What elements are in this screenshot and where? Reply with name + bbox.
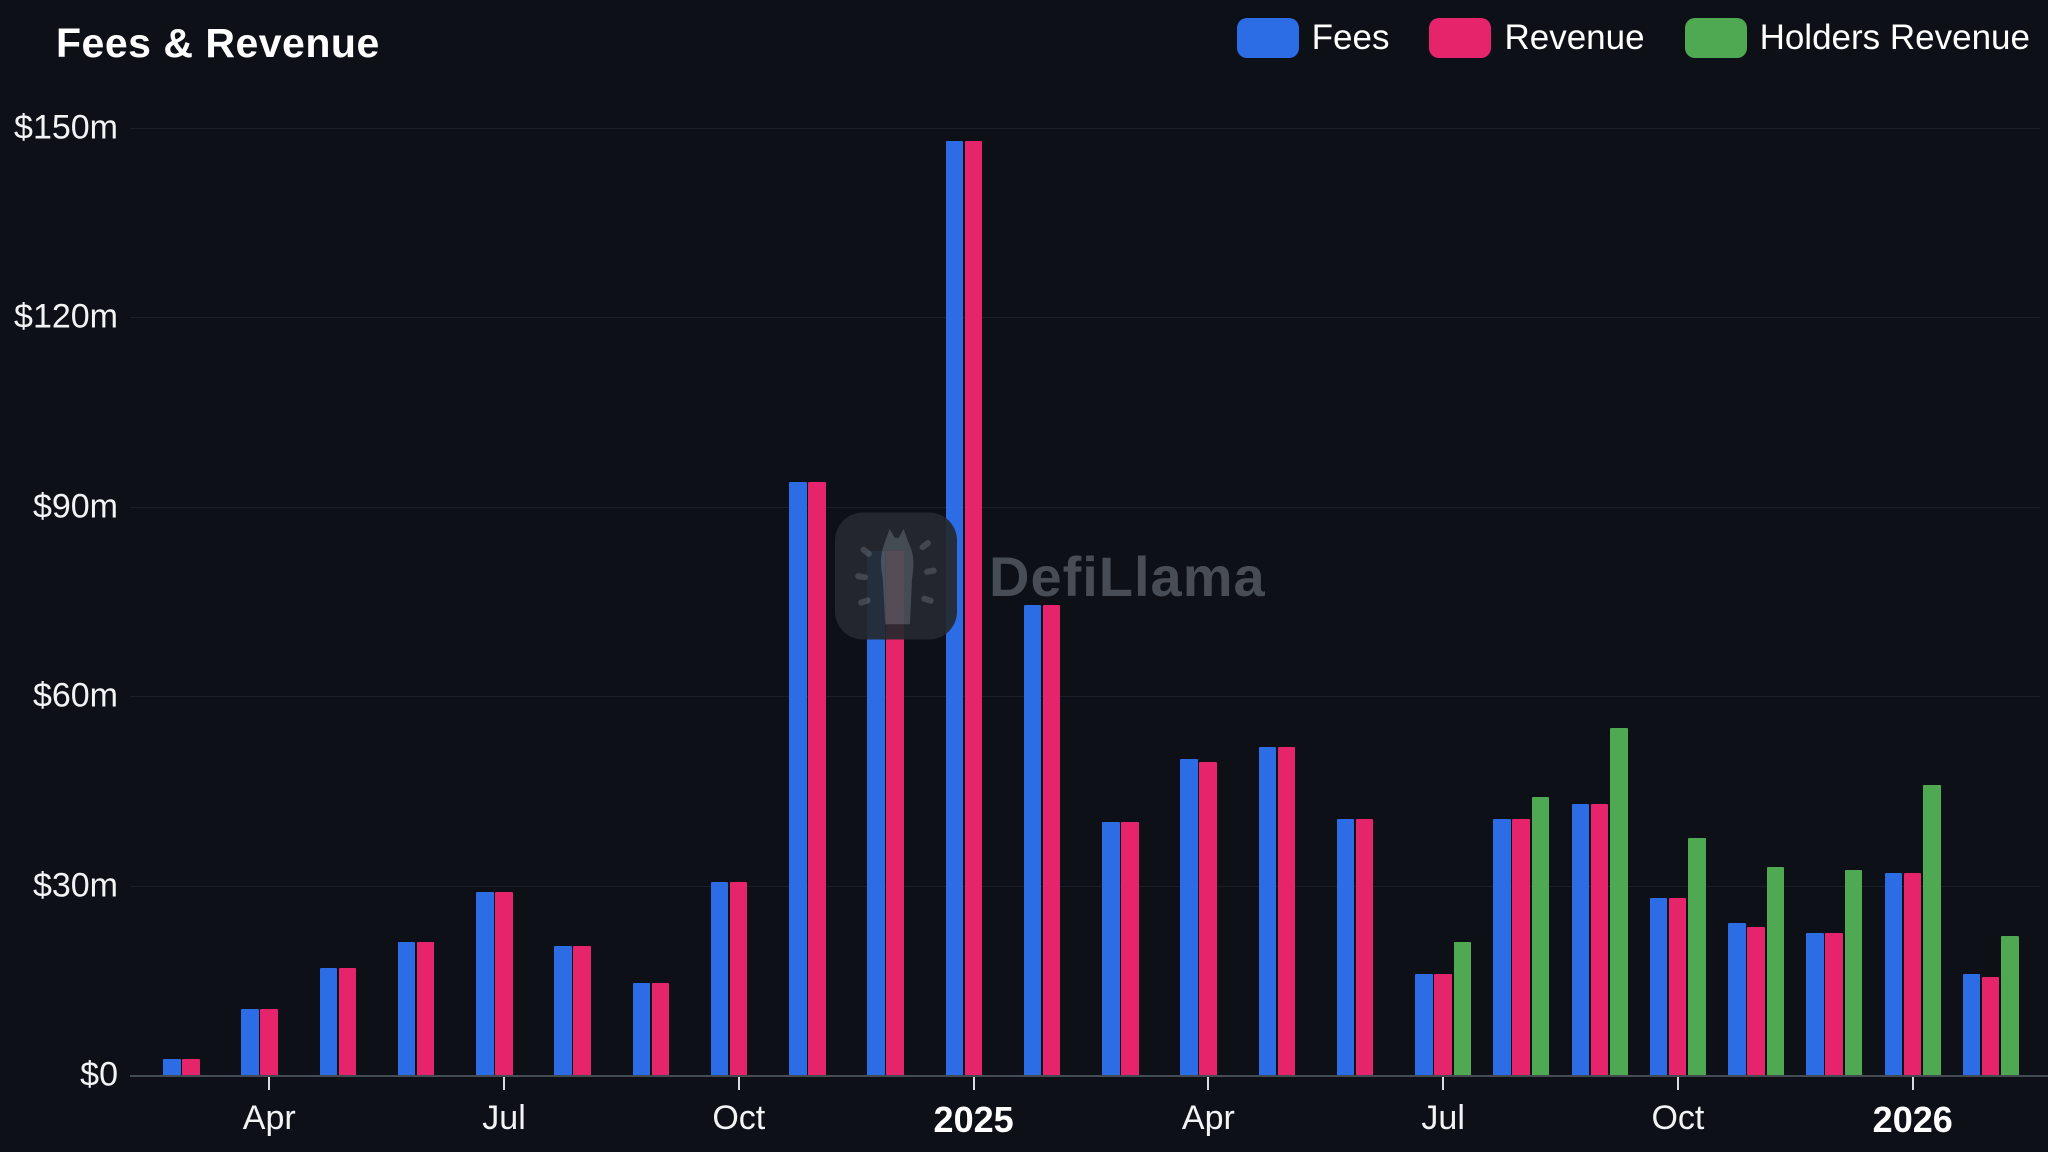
revenue-bar[interactable] — [1591, 804, 1609, 1075]
revenue-bar[interactable] — [182, 1059, 200, 1075]
revenue-bar[interactable] — [1747, 927, 1765, 1075]
fees-bar[interactable] — [476, 892, 494, 1075]
legend-item-holders-revenue[interactable]: Holders Revenue — [1685, 18, 2030, 58]
y-axis-label: $150m — [0, 109, 118, 148]
legend-label: Revenue — [1504, 18, 1644, 58]
legend-swatch — [1685, 18, 1747, 58]
legend-swatch — [1237, 18, 1299, 58]
fees-bar[interactable] — [241, 1009, 259, 1075]
legend-item-revenue[interactable]: Revenue — [1429, 18, 1644, 58]
x-axis-tick — [738, 1077, 740, 1090]
fees-bar[interactable] — [1806, 933, 1824, 1075]
gridline — [130, 128, 2040, 129]
revenue-bar[interactable] — [652, 983, 670, 1075]
revenue-bar[interactable] — [965, 141, 983, 1075]
fees-bar[interactable] — [1493, 819, 1511, 1075]
revenue-bar[interactable] — [1199, 762, 1217, 1075]
holders-bar[interactable] — [1767, 867, 1785, 1075]
fees-bar[interactable] — [711, 882, 729, 1075]
holders-bar[interactable] — [1688, 838, 1706, 1075]
revenue-bar[interactable] — [1825, 933, 1843, 1075]
holders-bar[interactable] — [1532, 797, 1550, 1075]
fees-bar[interactable] — [1963, 974, 1981, 1075]
fees-bar[interactable] — [1728, 923, 1746, 1075]
revenue-bar[interactable] — [1121, 822, 1139, 1075]
holders-bar[interactable] — [2001, 936, 2019, 1075]
fees-bar[interactable] — [398, 942, 416, 1075]
x-axis-tick — [1912, 1077, 1914, 1090]
x-axis-label: Oct — [1651, 1099, 1704, 1138]
y-axis-label: $120m — [0, 298, 118, 337]
fees-bar[interactable] — [789, 482, 807, 1075]
fees-bar[interactable] — [1415, 974, 1433, 1075]
fees-bar[interactable] — [867, 551, 885, 1075]
legend-item-fees[interactable]: Fees — [1237, 18, 1390, 58]
revenue-bar[interactable] — [495, 892, 513, 1075]
gridline — [130, 696, 2040, 697]
revenue-bar[interactable] — [1356, 819, 1374, 1075]
revenue-bar[interactable] — [1669, 898, 1687, 1075]
gridline — [130, 317, 2040, 318]
legend-label: Fees — [1312, 18, 1390, 58]
fees-bar[interactable] — [1102, 822, 1120, 1075]
holders-bar[interactable] — [1923, 785, 1941, 1075]
x-axis-label: Jul — [1421, 1099, 1464, 1138]
x-axis-tick — [1677, 1077, 1679, 1090]
legend-label: Holders Revenue — [1760, 18, 2030, 58]
revenue-bar[interactable] — [1904, 873, 1922, 1075]
x-axis-label: Jul — [482, 1099, 525, 1138]
x-axis-label: 2025 — [934, 1099, 1014, 1141]
x-axis-label: 2026 — [1873, 1099, 1953, 1141]
y-axis-label: $0 — [0, 1056, 118, 1095]
fees-bar[interactable] — [1180, 759, 1198, 1075]
fees-bar[interactable] — [1259, 747, 1277, 1075]
y-axis-label: $90m — [0, 487, 118, 526]
y-axis-label: $30m — [0, 866, 118, 905]
revenue-bar[interactable] — [1278, 747, 1296, 1075]
legend-swatch — [1429, 18, 1491, 58]
x-axis-tick — [973, 1077, 975, 1090]
revenue-bar[interactable] — [1434, 974, 1452, 1075]
fees-bar[interactable] — [1885, 873, 1903, 1075]
revenue-bar[interactable] — [1043, 605, 1061, 1075]
gridline — [130, 507, 2040, 508]
x-axis-line — [130, 1075, 2048, 1077]
gridline — [130, 886, 2040, 887]
x-axis-label: Apr — [1182, 1099, 1235, 1138]
fees-bar[interactable] — [1024, 605, 1042, 1075]
holders-bar[interactable] — [1845, 870, 1863, 1075]
fees-bar[interactable] — [633, 983, 651, 1075]
legend: Fees Revenue Holders Revenue — [1237, 18, 2030, 58]
y-axis-label: $60m — [0, 677, 118, 716]
x-axis-label: Apr — [243, 1099, 296, 1138]
x-axis-tick — [268, 1077, 270, 1090]
revenue-bar[interactable] — [339, 968, 357, 1075]
holders-bar[interactable] — [1454, 942, 1472, 1075]
revenue-bar[interactable] — [886, 551, 904, 1075]
fees-bar[interactable] — [320, 968, 338, 1075]
fees-bar[interactable] — [1572, 804, 1590, 1075]
fees-bar[interactable] — [554, 946, 572, 1075]
revenue-bar[interactable] — [1982, 977, 2000, 1075]
fees-bar[interactable] — [1650, 898, 1668, 1075]
fees-bar[interactable] — [1337, 819, 1355, 1075]
chart-title: Fees & Revenue — [56, 20, 380, 67]
fees-bar[interactable] — [946, 141, 964, 1075]
x-axis-tick — [503, 1077, 505, 1090]
holders-bar[interactable] — [1610, 728, 1628, 1075]
watermark-text: DefiLlama — [989, 544, 1266, 609]
revenue-bar[interactable] — [730, 882, 748, 1075]
x-axis-tick — [1207, 1077, 1209, 1090]
x-axis-tick — [1442, 1077, 1444, 1090]
revenue-bar[interactable] — [808, 482, 826, 1075]
revenue-bar[interactable] — [1512, 819, 1530, 1075]
x-axis-label: Oct — [712, 1099, 765, 1138]
fees-bar[interactable] — [163, 1059, 181, 1075]
revenue-bar[interactable] — [573, 946, 591, 1075]
fees-revenue-chart: Fees & Revenue Fees Revenue Holders Revenu… — [0, 0, 2048, 1152]
revenue-bar[interactable] — [260, 1009, 278, 1075]
revenue-bar[interactable] — [417, 942, 435, 1075]
